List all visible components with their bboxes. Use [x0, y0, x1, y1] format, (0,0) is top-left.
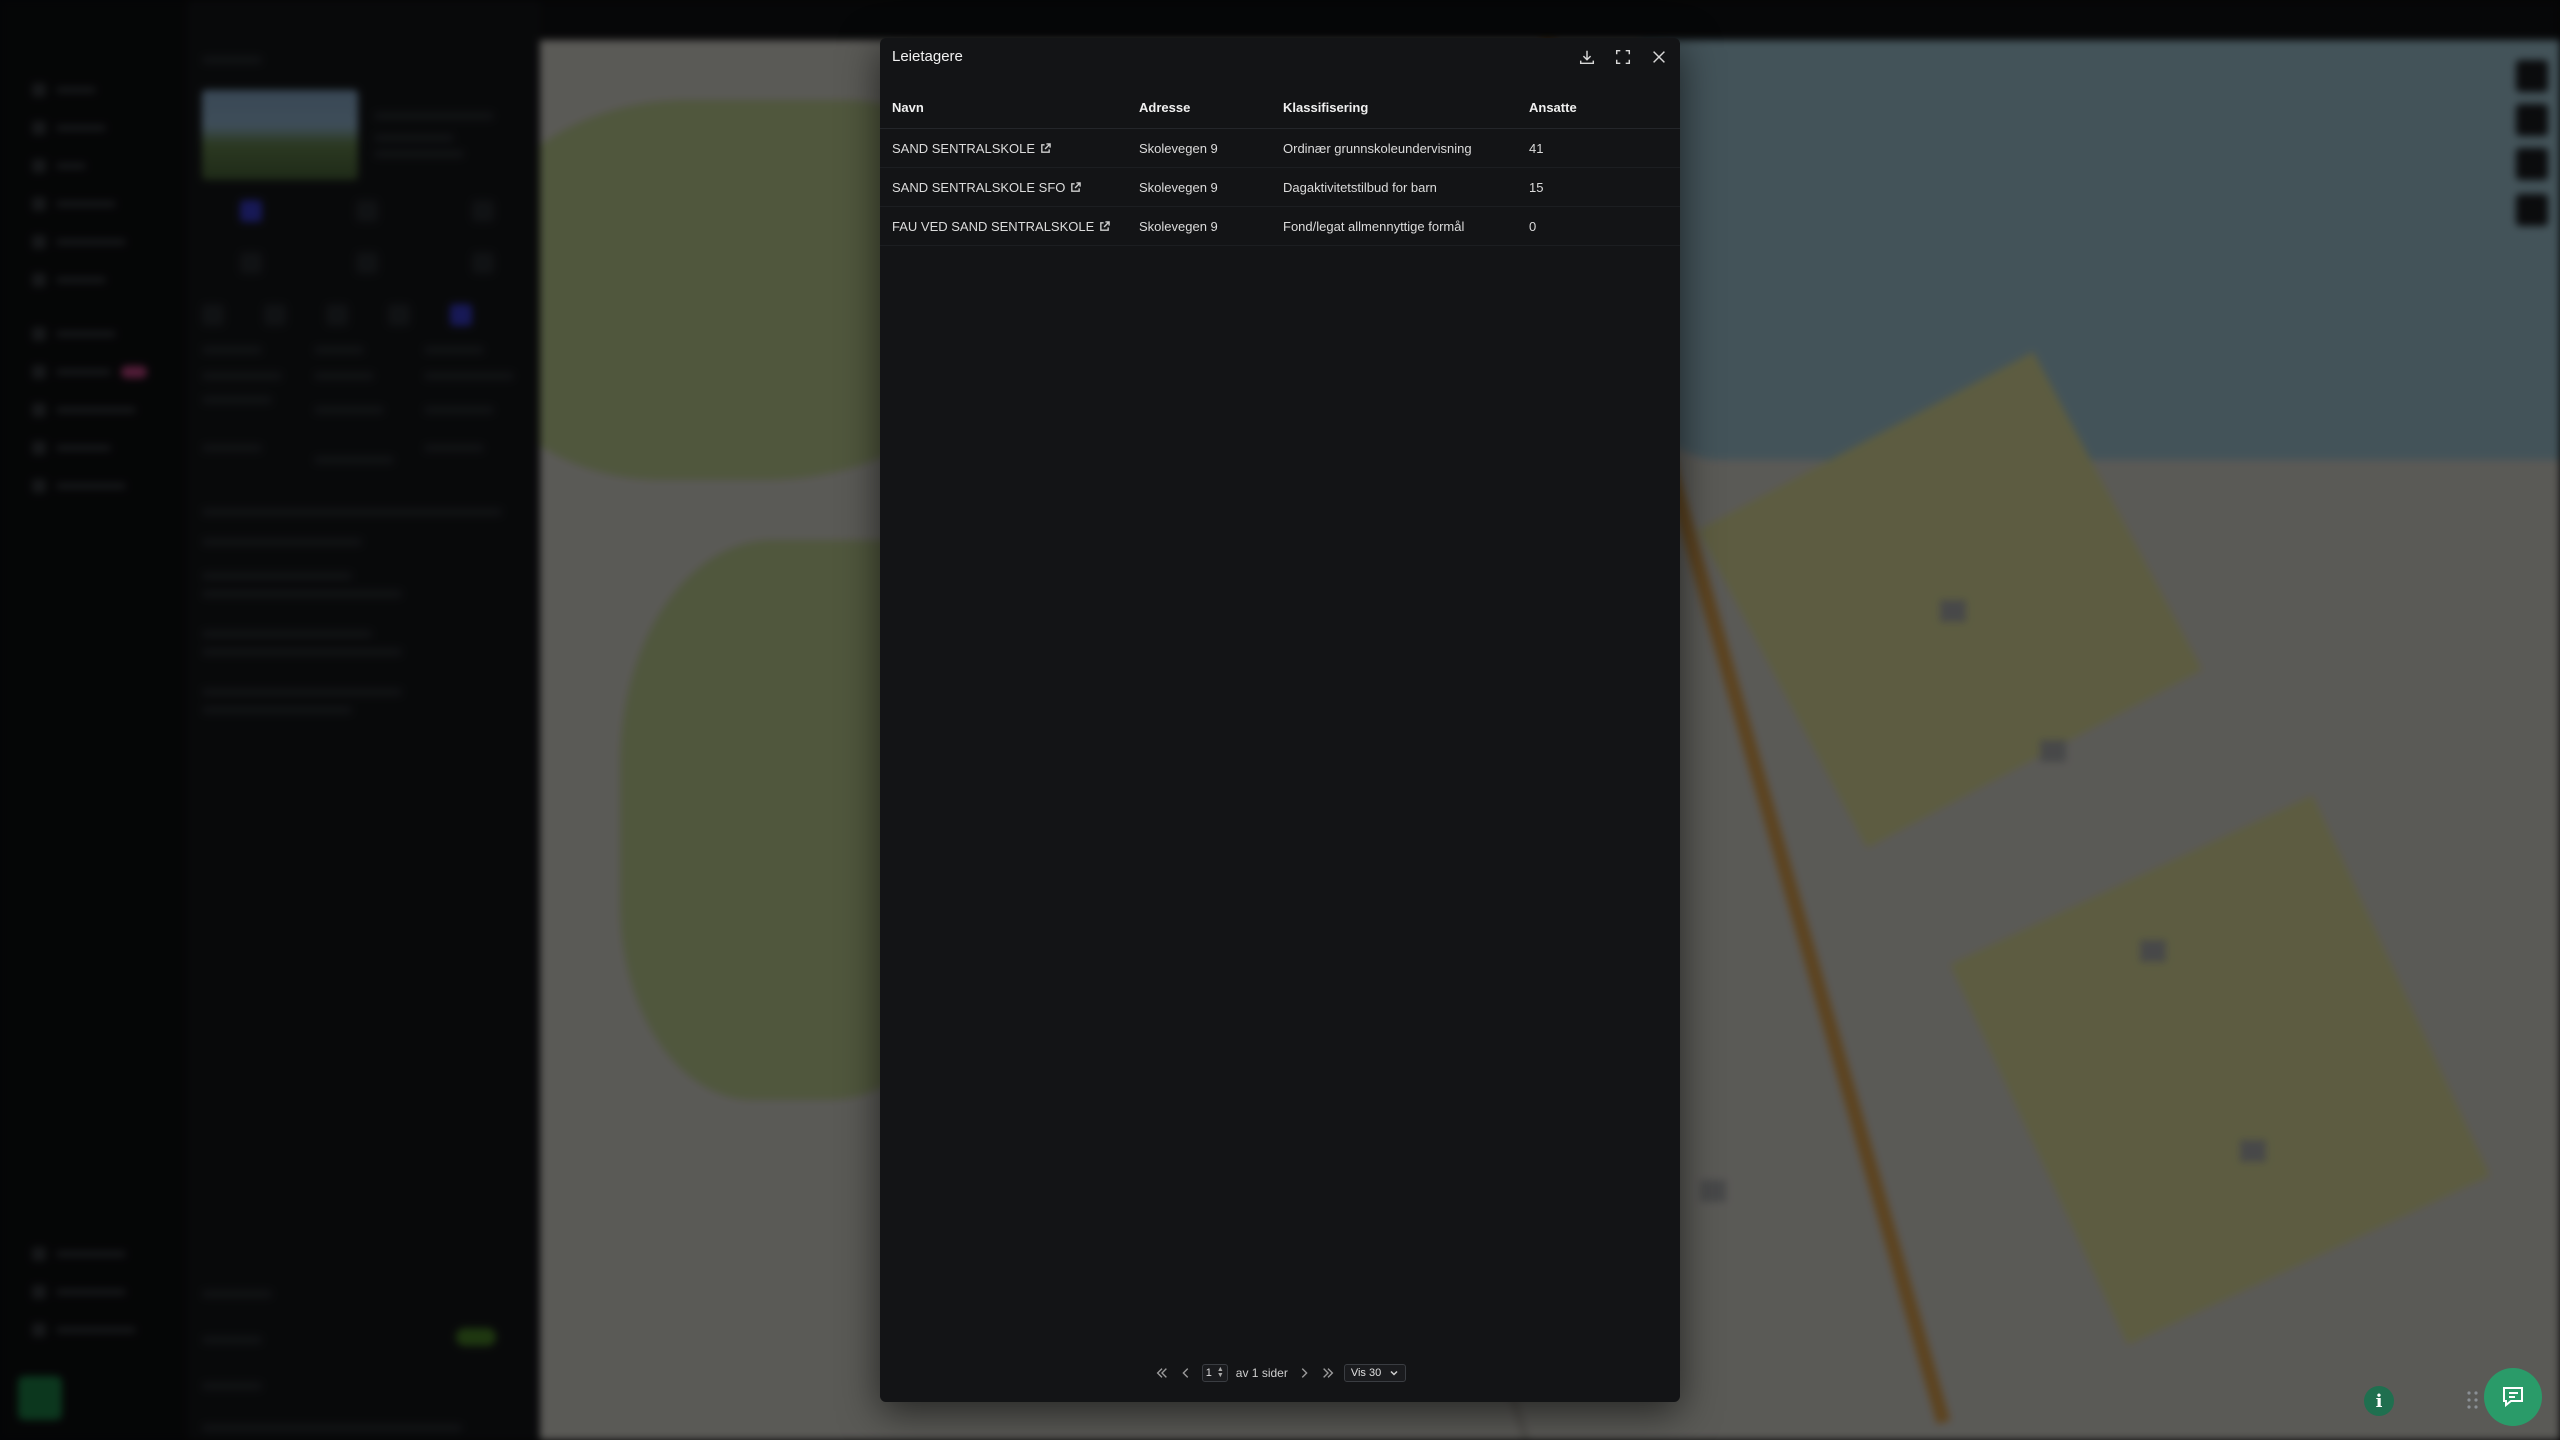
column-header-employees[interactable]: Ansatte: [1529, 86, 1680, 129]
page-number-value: 1: [1205, 1367, 1212, 1379]
external-link-icon[interactable]: [1040, 142, 1051, 153]
close-icon[interactable]: [1648, 46, 1670, 68]
tenants-dialog: Leietagere Navn Adresse Klassifisering A…: [880, 38, 1680, 1402]
page-count-label: av 1 sider: [1235, 1366, 1288, 1380]
info-button[interactable]: i: [2364, 1386, 2394, 1416]
next-page-icon[interactable]: [1296, 1365, 1312, 1381]
tenant-name-link[interactable]: FAU VED SAND SENTRALSKOLE: [892, 219, 1094, 234]
column-header-name[interactable]: Navn: [880, 86, 1139, 129]
last-page-icon[interactable]: [1320, 1365, 1336, 1381]
page-number-input[interactable]: 1 ▲ ▼: [1201, 1364, 1228, 1382]
external-link-icon[interactable]: [1070, 181, 1082, 192]
table-row[interactable]: SAND SENTRALSKOLE SFO Skolevegen 9 Dagak…: [880, 167, 1680, 207]
pagination: 1 ▲ ▼ av 1 sider Vis 30: [880, 1364, 1680, 1382]
tenant-employees: 41: [1529, 128, 1680, 168]
tenant-classification: Dagaktivitetstilbud for barn: [1283, 167, 1529, 207]
chevron-down-icon: [1390, 1370, 1398, 1376]
page-size-value: Vis 30: [1350, 1367, 1382, 1379]
tenant-address: Skolevegen 9: [1139, 128, 1283, 168]
tenants-table: Navn Adresse Klassifisering Ansatte SAND…: [880, 86, 1680, 246]
tenant-address: Skolevegen 9: [1139, 167, 1283, 207]
tenant-employees: 0: [1529, 206, 1680, 246]
spinner-arrows-icon[interactable]: ▲ ▼: [1217, 1366, 1224, 1379]
tenant-classification: Ordinær grunnskoleundervisning: [1283, 128, 1529, 168]
table-row[interactable]: FAU VED SAND SENTRALSKOLE Skolevegen 9 F…: [880, 206, 1680, 246]
column-header-classification[interactable]: Klassifisering: [1283, 86, 1529, 129]
expand-icon[interactable]: [1612, 46, 1634, 68]
table-row[interactable]: SAND SENTRALSKOLE Skolevegen 9 Ordinær g…: [880, 128, 1680, 168]
dialog-actions: [1576, 46, 1670, 68]
drag-handle-icon[interactable]: [2466, 1388, 2480, 1412]
tenant-name-link[interactable]: SAND SENTRALSKOLE: [892, 141, 1035, 156]
tenant-classification: Fond/legat allmennyttige formål: [1283, 206, 1529, 246]
dialog-title: Leietagere: [892, 48, 963, 65]
table-header-row: Navn Adresse Klassifisering Ansatte: [880, 86, 1680, 129]
first-page-icon[interactable]: [1154, 1365, 1170, 1381]
chat-button[interactable]: [2484, 1368, 2542, 1426]
column-header-address[interactable]: Adresse: [1139, 86, 1283, 129]
tenant-name-link[interactable]: SAND SENTRALSKOLE SFO: [892, 180, 1065, 195]
download-icon[interactable]: [1576, 46, 1598, 68]
tenant-address: Skolevegen 9: [1139, 206, 1283, 246]
chat-icon: [2503, 1387, 2523, 1408]
tenant-employees: 15: [1529, 167, 1680, 207]
previous-page-icon[interactable]: [1178, 1365, 1194, 1381]
page-size-select[interactable]: Vis 30: [1343, 1364, 1407, 1382]
external-link-icon[interactable]: [1099, 220, 1111, 231]
